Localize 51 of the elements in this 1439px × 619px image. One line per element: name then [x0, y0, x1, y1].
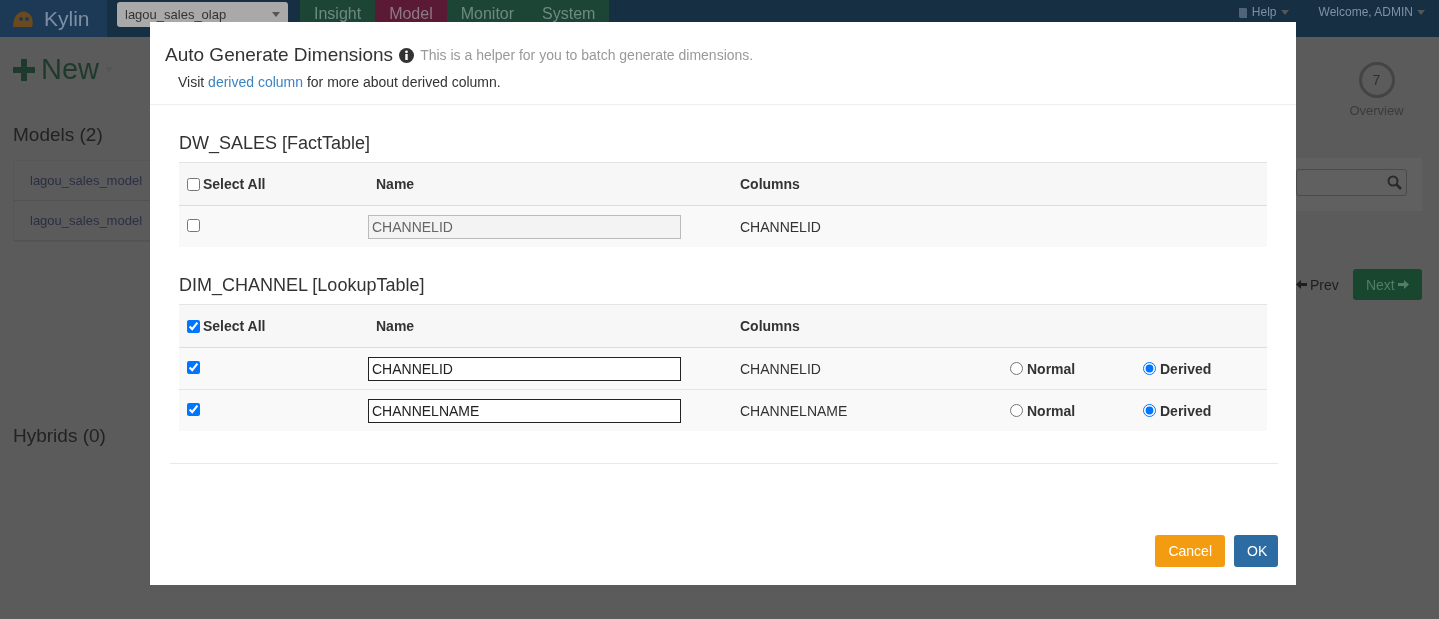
info-icon — [399, 47, 415, 63]
book-icon — [1237, 6, 1248, 18]
select-all-label: Select All — [203, 176, 266, 192]
dialog-hint: This is a helper for you to batch generate dimensions. — [420, 47, 754, 63]
caret-icon — [1280, 9, 1289, 15]
name-field[interactable]: CHANNELID — [368, 356, 681, 381]
radio-button[interactable] — [1143, 362, 1156, 375]
search-field[interactable] — [1296, 169, 1407, 196]
radio-label: Derived — [1160, 402, 1212, 419]
column-header: Name — [368, 162, 732, 206]
select-all-checkbox[interactable] — [187, 177, 200, 191]
section-heading: Models (2) — [13, 124, 104, 146]
section-heading: Hybrids (0) — [13, 425, 107, 447]
radio-label: Normal — [1027, 360, 1076, 377]
arrow-left-icon — [1296, 279, 1307, 290]
arrow-right-icon — [1397, 279, 1409, 290]
table-cell: CHANNELID — [732, 347, 1002, 390]
search-icon — [1387, 175, 1402, 190]
brand-name: Kylin — [44, 6, 90, 31]
radio-label: Derived — [1160, 360, 1212, 377]
column-header: Name — [368, 304, 732, 348]
radio-button[interactable] — [1010, 404, 1023, 417]
select-all-label: Select All — [203, 318, 266, 334]
plus-icon — [13, 58, 35, 81]
table-heading: DW_SALES [FactTable] — [179, 133, 372, 154]
derived-column-link[interactable]: derived column — [208, 74, 304, 90]
new-button[interactable]: New — [13, 53, 150, 86]
dialog-note: Visit derived column for more about derived column. — [178, 74, 502, 90]
dialog-title: Auto Generate Dimensions — [165, 44, 394, 66]
table-cell: CHANNELID — [732, 205, 1002, 247]
cancel-button[interactable]: Cancel — [1155, 535, 1225, 567]
name-field[interactable]: CHANNELNAME — [368, 398, 681, 423]
table-cell: CHANNELNAME — [732, 389, 1002, 431]
table-heading: DIM_CHANNEL [LookupTable] — [179, 275, 426, 296]
caret-icon — [272, 12, 280, 17]
ok-button[interactable]: OK — [1234, 535, 1278, 567]
prev-button[interactable]: Prev — [1296, 276, 1339, 293]
column-header: Columns — [732, 162, 1002, 206]
help-menu[interactable]: Help — [1251, 5, 1277, 19]
next-button[interactable]: Next — [1352, 269, 1422, 300]
radio-label: Normal — [1027, 402, 1076, 419]
row-checkbox[interactable] — [187, 218, 200, 232]
row-checkbox[interactable] — [187, 360, 200, 374]
row-checkbox[interactable] — [187, 402, 200, 416]
project-name: lagou_sales_olap — [125, 7, 227, 22]
caret-icon — [1417, 9, 1425, 15]
select-all-checkbox[interactable] — [187, 319, 200, 333]
column-header: Columns — [732, 304, 1002, 348]
radio-button[interactable] — [1143, 404, 1156, 417]
radio-button[interactable] — [1010, 362, 1023, 375]
user-menu[interactable]: Welcome, ADMIN — [1318, 5, 1413, 19]
